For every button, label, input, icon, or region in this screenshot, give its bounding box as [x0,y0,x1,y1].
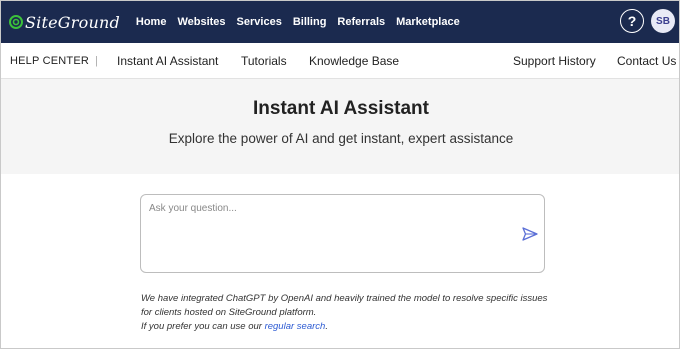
nav-services[interactable]: Services [237,16,282,28]
nav-home[interactable]: Home [136,16,167,28]
nav-billing[interactable]: Billing [293,16,327,28]
ai-disclaimer: We have integrated ChatGPT by OpenAI and… [141,292,561,334]
page-subtitle: Explore the power of AI and get instant,… [168,131,514,146]
main-menu: Home Websites Services Billing Referrals… [136,16,460,28]
help-center-label[interactable]: HELP CENTER [10,55,89,67]
question-box [140,194,545,273]
subnav-knowledge-base[interactable]: Knowledge Base [309,54,399,68]
hero-section: Instant AI Assistant Explore the power o… [1,79,679,174]
subnav-instant-ai-assistant[interactable]: Instant AI Assistant [117,54,218,68]
subnav-support-history[interactable]: Support History [513,54,596,68]
top-navigation-bar: SiteGround Home Websites Services Billin… [1,1,679,43]
question-mark-icon: ? [627,13,637,29]
subnav-tutorials[interactable]: Tutorials [241,54,287,68]
alt-search-suffix: . [325,321,328,332]
nav-marketplace[interactable]: Marketplace [396,16,460,28]
brand-name: SiteGround [25,12,120,32]
siteground-logo[interactable]: SiteGround [9,1,120,43]
subnav-contact-us[interactable]: Contact Us [617,54,676,68]
nav-referrals[interactable]: Referrals [337,16,385,28]
divider: | [95,54,98,67]
send-arrow-icon[interactable] [522,227,538,241]
siteground-swirl-icon [9,15,23,29]
app-window: SiteGround Home Websites Services Billin… [0,0,680,349]
help-center-nav: HELP CENTER | Instant AI Assistant Tutor… [1,43,679,79]
page-title: Instant AI Assistant [253,98,429,119]
question-input[interactable] [149,203,509,263]
regular-search-link[interactable]: regular search [265,321,326,332]
disclaimer-text: We have integrated ChatGPT by OpenAI and… [141,293,548,318]
alt-search-line: If you prefer you can use our regular se… [141,320,561,334]
user-avatar[interactable]: SB [651,9,675,33]
help-button[interactable]: ? [620,9,644,33]
avatar-initials: SB [656,15,670,27]
nav-websites[interactable]: Websites [177,16,225,28]
alt-search-prefix: If you prefer you can use our [141,321,265,332]
